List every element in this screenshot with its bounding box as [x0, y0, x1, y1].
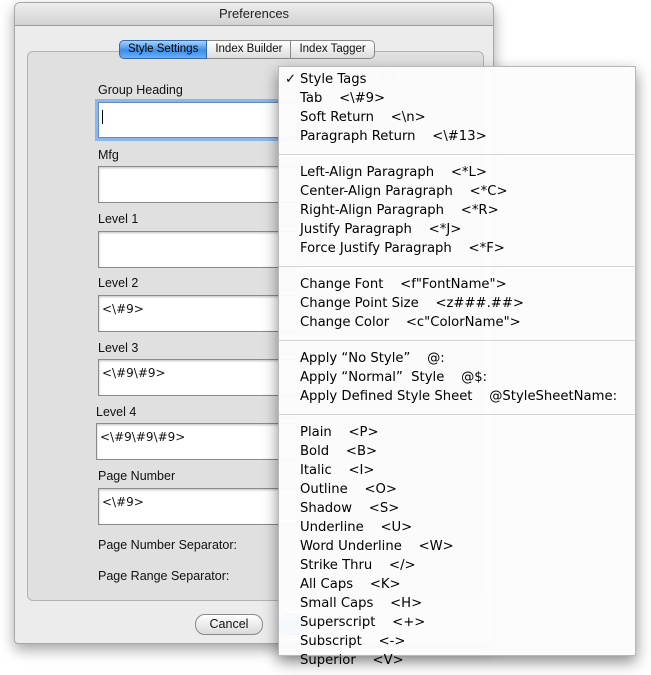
group-heading-label: Group Heading: [98, 83, 183, 97]
level1-label: Level 1: [98, 212, 139, 226]
menu-item[interactable]: Tab <\#9>: [279, 89, 635, 108]
menu-item-label: Word Underline <W>: [300, 539, 454, 554]
menu-item[interactable]: Bold <B>: [279, 442, 635, 461]
checkmark-icon: ✓: [285, 72, 297, 87]
menu-item[interactable]: Underline <U>: [279, 518, 635, 537]
menu-item[interactable]: Apply Defined Style Sheet @StyleSheetNam…: [279, 387, 635, 406]
page-range-separator-label: Page Range Separator:: [98, 569, 230, 583]
menu-item-label: Plain <P>: [300, 425, 379, 440]
menu-item-label: Outline <O>: [300, 482, 397, 497]
menu-item[interactable]: Small Caps <H>: [279, 594, 635, 613]
menu-item-label: Shadow <S>: [300, 501, 400, 516]
menu-item[interactable]: Paragraph Return <\#13>: [279, 127, 635, 146]
menu-item-label: Left-Align Paragraph <*L>: [300, 165, 487, 180]
mfg-label: Mfg: [98, 148, 119, 162]
menu-item-label: Superscript <+>: [300, 615, 426, 630]
menu-item-label: Apply Defined Style Sheet @StyleSheetNam…: [300, 389, 618, 404]
tab-index-tagger[interactable]: Index Tagger: [291, 40, 375, 59]
menu-item[interactable]: Shadow <S>: [279, 499, 635, 518]
menu-item[interactable]: Change Color <c"ColorName">: [279, 313, 635, 332]
menu-item-label: Superior <V>: [300, 653, 404, 668]
menu-item-label: Justify Paragraph <*J>: [300, 222, 462, 237]
level3-value: <\#9\#9>: [102, 366, 166, 380]
menu-item[interactable]: Superior <V>: [279, 651, 635, 670]
menu-item[interactable]: Soft Return <\n>: [279, 108, 635, 127]
level2-value: <\#9>: [102, 302, 144, 316]
level4-field[interactable]: <\#9\#9\#9>: [96, 423, 298, 460]
page-number-separator-label: Page Number Separator:: [98, 538, 237, 552]
menu-item-label: Right-Align Paragraph <*R>: [300, 203, 499, 218]
menu-item[interactable]: Strike Thru </>: [279, 556, 635, 575]
group-heading-field[interactable]: [98, 102, 298, 138]
menu-item-label: Subscript <->: [300, 634, 406, 649]
menu-item[interactable]: Superscript <+>: [279, 613, 635, 632]
tab-bar: Style Settings Index Builder Index Tagge…: [119, 40, 375, 59]
menu-item[interactable]: Force Justify Paragraph <*F>: [279, 239, 635, 258]
tab-index-builder[interactable]: Index Builder: [207, 40, 292, 59]
menu-item[interactable]: Center-Align Paragraph <*C>: [279, 182, 635, 201]
menu-item[interactable]: Italic <I>: [279, 461, 635, 480]
menu-item[interactable]: Left-Align Paragraph <*L>: [279, 163, 635, 182]
menu-item-label: Force Justify Paragraph <*F>: [300, 241, 505, 256]
level4-label: Level 4: [96, 405, 137, 419]
page-number-field[interactable]: <\#9>: [98, 488, 298, 525]
menu-item-label: Tab <\#9>: [300, 91, 386, 106]
menu-item-label: Apply “Normal” Style @$:: [300, 370, 488, 385]
menu-item[interactable]: Apply “No Style” @:: [279, 349, 635, 368]
page-number-label: Page Number: [98, 469, 176, 483]
tab-style-settings[interactable]: Style Settings: [119, 40, 208, 59]
menu-separator: [279, 154, 635, 155]
menu-item[interactable]: Justify Paragraph <*J>: [279, 220, 635, 239]
level3-field[interactable]: <\#9\#9>: [98, 359, 298, 396]
level1-field[interactable]: [98, 231, 298, 268]
menu-separator: [279, 340, 635, 341]
cancel-button[interactable]: Cancel: [195, 614, 263, 635]
text-caret: [102, 109, 103, 124]
menu-item-label: Soft Return <\n>: [300, 110, 426, 125]
menu-item-label: Small Caps <H>: [300, 596, 423, 611]
menu-item-label: Apply “No Style” @:: [300, 351, 445, 366]
menu-item[interactable]: Plain <P>: [279, 423, 635, 442]
menu-item-label: Change Color <c"ColorName">: [300, 315, 521, 330]
menu-item[interactable]: Apply “Normal” Style @$:: [279, 368, 635, 387]
style-tags-popup-menu: ✓ Style Tags Tab <\#9> Soft Return <\n> Para…: [278, 66, 636, 668]
menu-item-label: Change Point Size <z###.##>: [300, 296, 524, 311]
level2-label: Level 2: [98, 276, 139, 290]
menu-item-label: All Caps <K>: [300, 577, 401, 592]
menu-item[interactable]: Change Point Size <z###.##>: [279, 294, 635, 313]
menu-item[interactable]: ✓ Style Tags: [279, 70, 635, 89]
menu-item[interactable]: All Caps <K>: [279, 575, 635, 594]
menu-item[interactable]: Outline <O>: [279, 480, 635, 499]
menu-item-label: Style Tags: [300, 72, 367, 87]
menu-item[interactable]: Word Underline <W>: [279, 537, 635, 556]
level2-field[interactable]: <\#9>: [98, 295, 298, 332]
menu-item[interactable]: Subscript <->: [279, 632, 635, 651]
page-number-value: <\#9>: [102, 495, 144, 509]
window-title: Preferences: [15, 3, 493, 26]
mfg-field[interactable]: [98, 166, 298, 203]
menu-item-label: Paragraph Return <\#13>: [300, 129, 487, 144]
level4-value: <\#9\#9\#9>: [100, 430, 186, 444]
menu-item-label: Underline <U>: [300, 520, 413, 535]
level3-label: Level 3: [98, 341, 139, 355]
menu-item-label: Center-Align Paragraph <*C>: [300, 184, 508, 199]
menu-item-label: Change Font <f"FontName">: [300, 277, 507, 292]
menu-item-label: Strike Thru </>: [300, 558, 416, 573]
menu-separator: [279, 414, 635, 415]
menu-separator: [279, 266, 635, 267]
menu-item[interactable]: Change Font <f"FontName">: [279, 275, 635, 294]
menu-item-label: Bold <B>: [300, 444, 378, 459]
menu-item-label: Italic <I>: [300, 463, 375, 478]
menu-item[interactable]: Right-Align Paragraph <*R>: [279, 201, 635, 220]
